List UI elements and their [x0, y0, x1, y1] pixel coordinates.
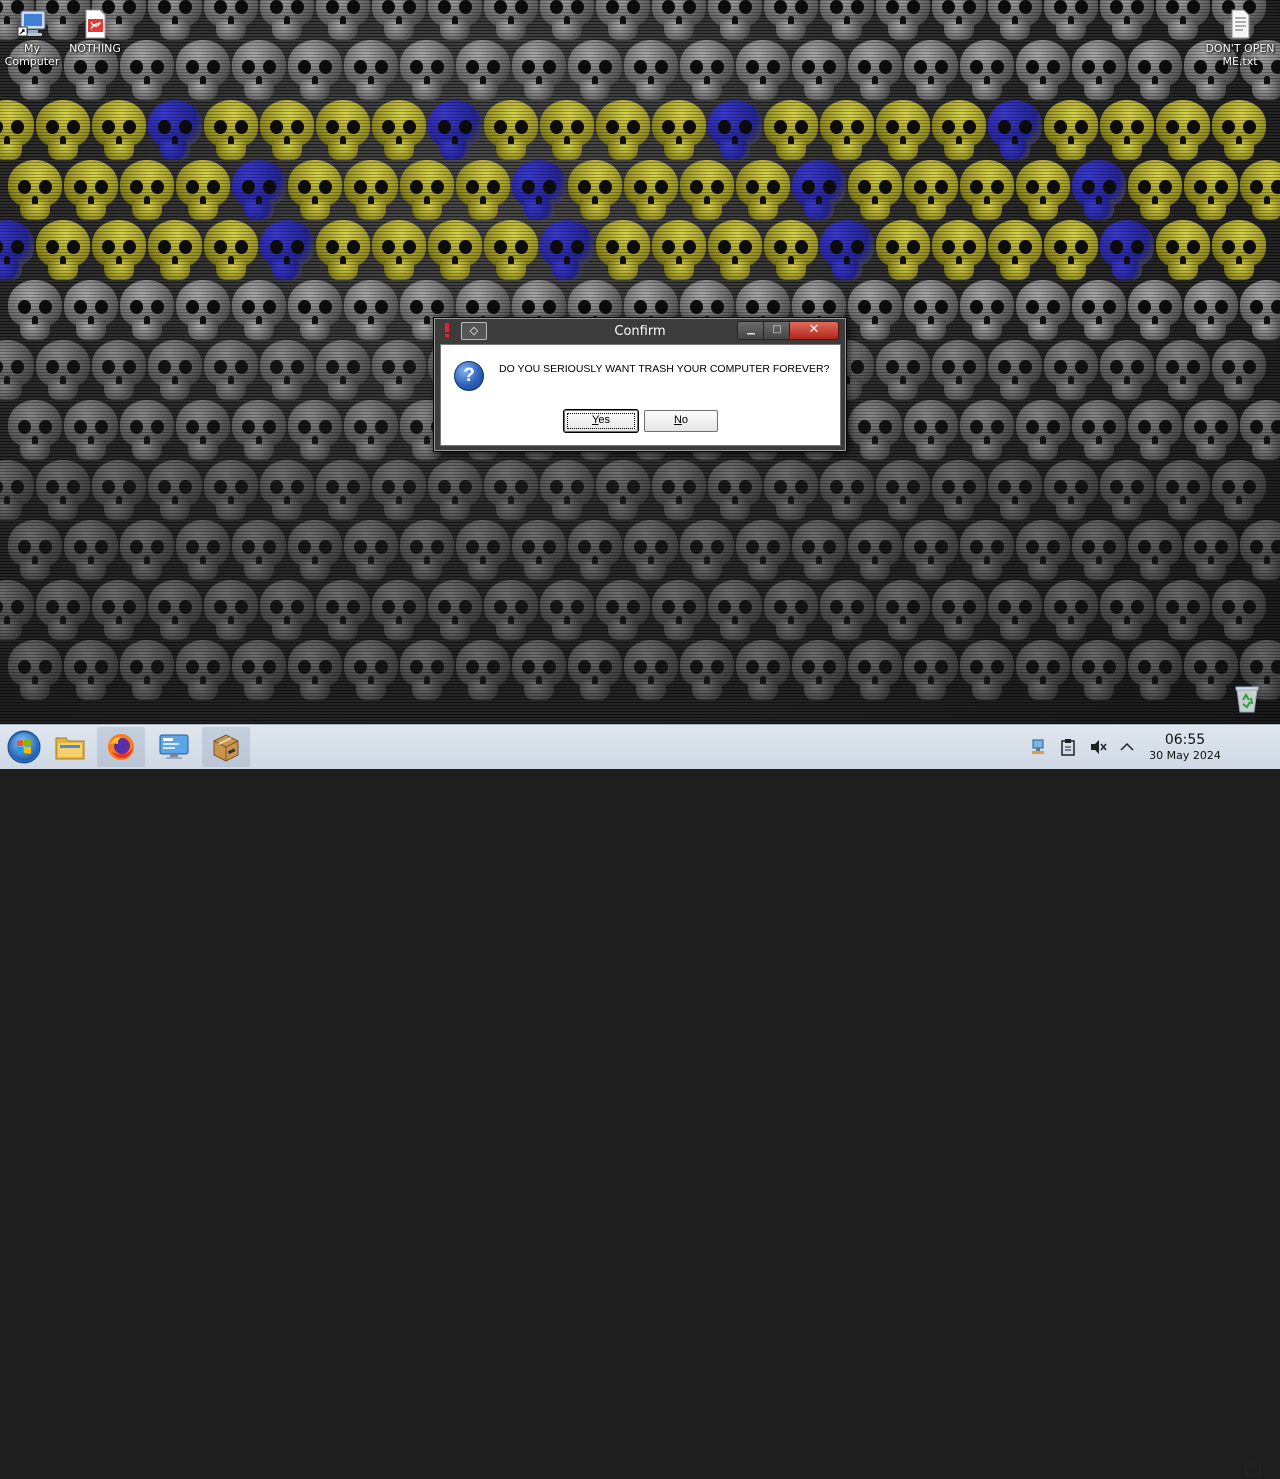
- system-monitor-icon: [159, 734, 189, 759]
- volume-muted-icon: [1091, 740, 1107, 754]
- package-installer-icon: [213, 734, 239, 762]
- question-icon: ?: [454, 361, 484, 391]
- desktop-icon-dont-open-me[interactable]: DON'T OPEN ME.txt: [1204, 8, 1276, 68]
- my-computer-icon: [17, 10, 46, 37]
- close-icon: ✕: [808, 322, 820, 337]
- network-icon: [1032, 739, 1044, 754]
- dialog-message: DO YOU SERIOUSLY WANT TRASH YOUR COMPUTE…: [499, 363, 830, 375]
- start-menu-icon: [7, 730, 41, 764]
- pdf-document-icon: [85, 9, 106, 39]
- maximize-icon: □: [772, 324, 782, 335]
- confirm-dialog: ◇ Confirm ▁ □ ✕ ? DO YOU SERIOUSLY WANT …: [434, 318, 846, 451]
- desktop-icon-label: My Computer: [4, 42, 60, 68]
- tray-volume[interactable]: [1089, 738, 1107, 756]
- taskbar-file-manager[interactable]: [46, 727, 94, 767]
- recycle-bin-icon: [1235, 686, 1259, 713]
- taskbar-system-monitor[interactable]: [150, 727, 198, 767]
- taskbar: [0, 724, 1280, 1477]
- desktop-icon-my-computer[interactable]: My Computer: [0, 8, 68, 68]
- chevron-up-icon: [1120, 742, 1134, 751]
- desktop-icon-label: NOTHING: [69, 42, 121, 55]
- no-button-mnemonic: N: [673, 414, 682, 426]
- desktop-icon-nothing[interactable]: NOTHING: [59, 8, 131, 55]
- close-button[interactable]: ✕: [789, 321, 839, 340]
- maximize-button[interactable]: □: [763, 321, 791, 340]
- desktop-icon-recycle-bin[interactable]: [1225, 682, 1269, 716]
- taskbar-package-installer[interactable]: [202, 727, 250, 767]
- text-file-icon: [1231, 9, 1250, 39]
- minimize-button[interactable]: ▁: [737, 321, 765, 340]
- tray-show-hidden[interactable]: [1118, 738, 1136, 756]
- no-button-label: o: [681, 414, 689, 426]
- firefox-icon: [108, 734, 134, 760]
- clock-time[interactable]: 06:55: [1150, 732, 1220, 748]
- dialog-titlebar[interactable]: ◇ Confirm ▁ □ ✕: [435, 319, 845, 343]
- yes-button[interactable]: Yes: [564, 410, 638, 432]
- tray-clipboard[interactable]: [1059, 738, 1077, 756]
- taskbar-firefox[interactable]: [97, 727, 145, 767]
- start-button[interactable]: [0, 727, 48, 767]
- no-button[interactable]: No: [644, 410, 718, 432]
- tray-network[interactable]: [1029, 738, 1047, 756]
- show-desktop-icon[interactable]: [1244, 1461, 1262, 1479]
- file-manager-icon: [55, 737, 85, 760]
- yes-button-label: es: [598, 414, 610, 426]
- clipboard-icon: [1061, 739, 1075, 756]
- clock-date[interactable]: 30 May 2024: [1140, 749, 1230, 762]
- minimize-icon: ▁: [747, 324, 755, 335]
- desktop-icon-label: DON'T OPEN ME.txt: [1205, 42, 1275, 68]
- dialog-body: ? DO YOU SERIOUSLY WANT TRASH YOUR COMPU…: [440, 344, 841, 446]
